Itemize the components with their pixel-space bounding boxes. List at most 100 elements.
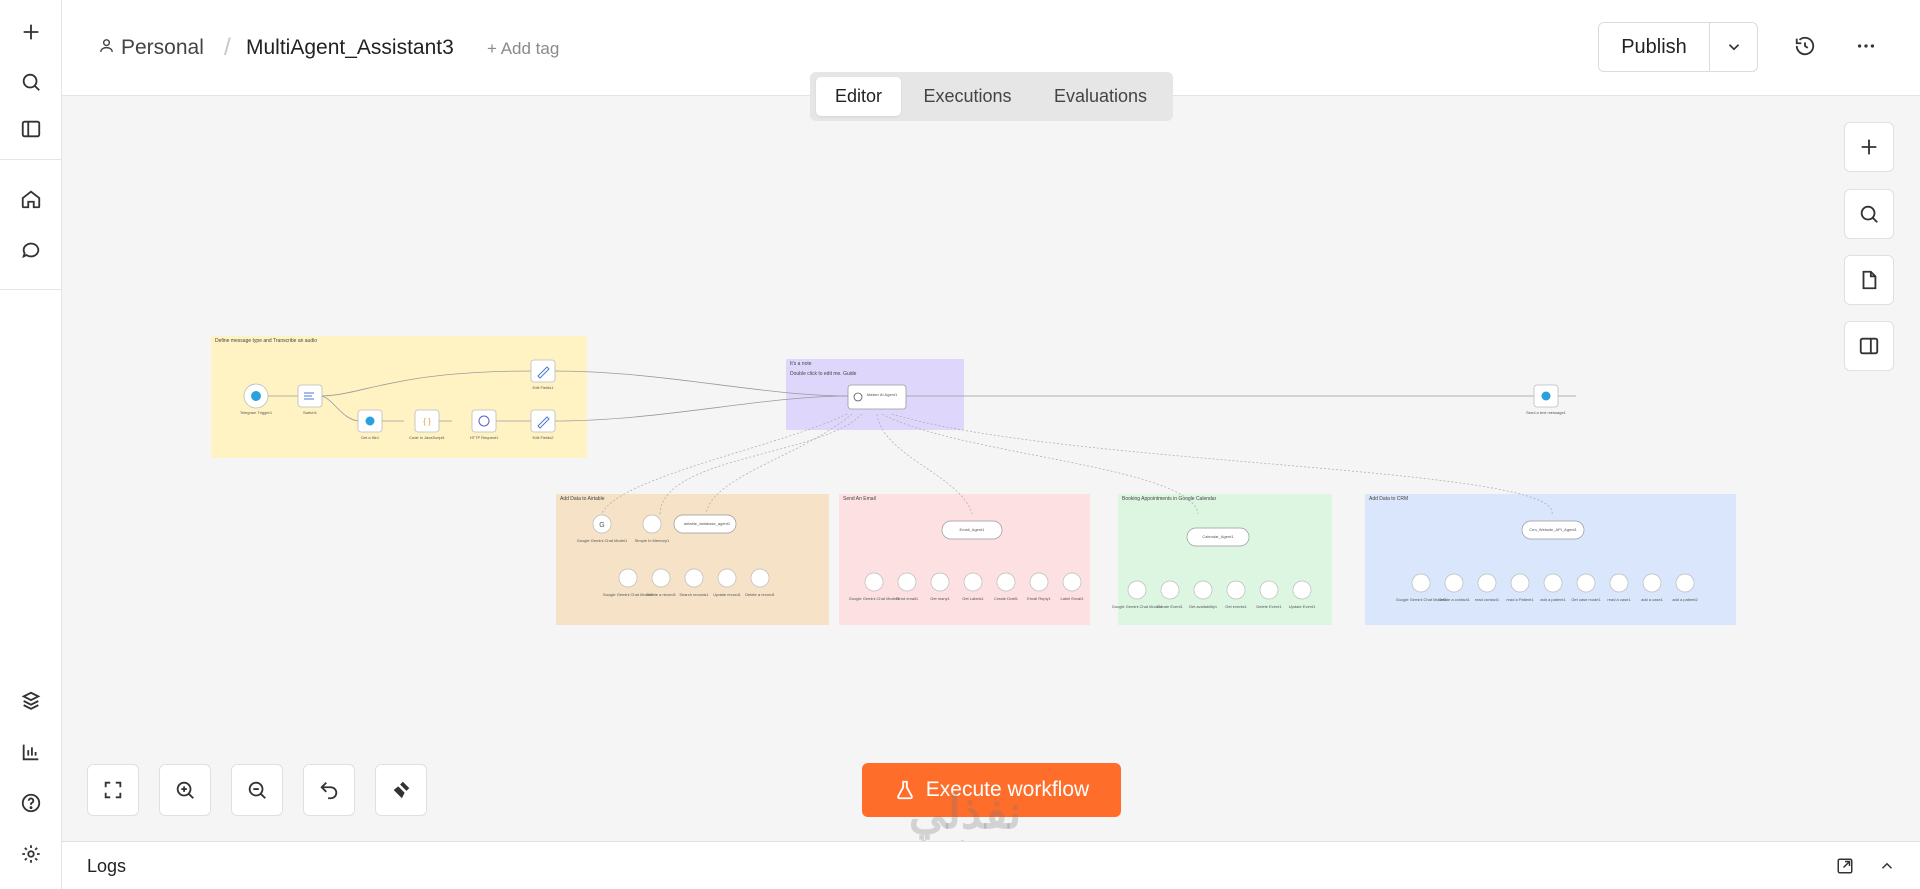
node-airtable-agent[interactable]: airtable_database_agent1 [673, 514, 737, 534]
sticky-note-subtitle: Double click to edit me. Guide [790, 371, 857, 377]
node-calendar-agent[interactable]: Calendar_Agent1 [1186, 527, 1250, 547]
node-label: Master AI Agent1 [867, 392, 898, 397]
node-label: Search records1 [679, 592, 709, 597]
node-label: Get availability1 [1189, 604, 1218, 609]
node-label: HTTP Request1 [470, 435, 499, 440]
node-label: read a case1 [1607, 597, 1631, 602]
sticky-note-title: Add Data to CRM [1369, 496, 1408, 502]
add-sticky-button[interactable] [1844, 255, 1894, 305]
sticky-note-airtable[interactable]: Add Data to Airtable [556, 494, 829, 625]
help-icon[interactable] [11, 783, 51, 823]
node-label: Delete a record1 [745, 592, 775, 597]
node-label: Edit Fields1 [533, 385, 555, 390]
workflow-canvas[interactable]: Define message type and Transcribe an au… [62, 96, 1920, 841]
sticky-note-email[interactable]: Send An Email [839, 494, 1090, 625]
node-label: Google Gemini Chat Model4 [1112, 604, 1163, 609]
node-label: Google Gemini Chat Model3 [849, 596, 900, 601]
note-icon [1862, 270, 1877, 290]
node-email-agent[interactable]: Email_Agent1 [941, 520, 1003, 540]
search-icon[interactable] [11, 62, 51, 102]
zoom-out-icon [248, 781, 266, 799]
undo-button[interactable] [303, 764, 355, 816]
sticky-note-title: Add Data to Airtable [560, 496, 605, 502]
tab-executions[interactable]: Executions [906, 77, 1029, 116]
node-label: add a patient2 [1672, 597, 1698, 602]
project-name: Personal [121, 36, 204, 59]
sticky-note-crm[interactable]: Add Data to CRM [1365, 494, 1736, 625]
add-node-button[interactable] [1844, 122, 1894, 172]
zoom-in-button[interactable] [159, 764, 211, 816]
sticky-note-title: Define message type and Transcribe an au… [215, 338, 317, 344]
undo-icon [320, 782, 338, 800]
node-label: add a case1 [1641, 597, 1664, 602]
node-label: Simple In Memory1 [635, 538, 670, 543]
node-label: Google Gemini Chat Model1 [577, 538, 628, 543]
tab-evaluations[interactable]: Evaluations [1034, 77, 1167, 116]
svg-text:G: G [599, 522, 604, 529]
add-tag-button[interactable]: + Add tag [487, 39, 559, 59]
tab-editor[interactable]: Editor [816, 77, 901, 116]
node-label: Get a file1 [361, 435, 380, 440]
history-icon[interactable] [1787, 28, 1823, 64]
node-label: Switch1 [303, 410, 318, 415]
chat-icon[interactable] [11, 230, 51, 270]
node-label: Create a record1 [646, 592, 677, 597]
search-nodes-button[interactable] [1844, 189, 1894, 239]
logs-panel[interactable]: Logs [62, 841, 1920, 889]
chevron-down-icon [1728, 44, 1740, 51]
panel-icon[interactable] [11, 109, 51, 149]
chevron-up-icon[interactable] [1873, 852, 1901, 880]
view-tabs: Editor Executions Evaluations [810, 72, 1173, 121]
publish-dropdown-button[interactable] [1709, 23, 1758, 71]
node-get-file[interactable]: Get a file1 [357, 409, 383, 440]
node-edit-fields-1[interactable]: Edit Fields1 [530, 359, 556, 390]
execute-workflow-button[interactable]: Execute workflow [862, 763, 1121, 817]
node-http-request[interactable]: HTTP Request1 [470, 409, 499, 440]
settings-icon[interactable] [11, 834, 51, 874]
node-label: Telegram Trigger1 [240, 410, 273, 415]
logs-title: Logs [87, 856, 127, 876]
node-label: Email Reply1 [1027, 596, 1051, 601]
node-master-agent[interactable]: Master AI Agent1 [847, 384, 907, 410]
home-icon[interactable] [11, 179, 51, 219]
node-crm-agent[interactable]: Crm_Website_API_Agent1 [1521, 520, 1585, 540]
node-label: read a Patient1 [1506, 597, 1534, 602]
node-label: add a patient1 [1540, 597, 1566, 602]
node-edit-fields-2[interactable]: Edit Fields2 [530, 409, 556, 440]
node-label: Update Event1 [1289, 604, 1316, 609]
node-label: Delete Event1 [1256, 604, 1282, 609]
breadcrumb-separator: / [224, 34, 231, 61]
breadcrumb-project[interactable]: Personal [98, 36, 204, 60]
panel-right-icon [1859, 337, 1879, 355]
node-label: Calendar_Agent1 [1202, 534, 1234, 539]
node-label: Send email1 [896, 596, 919, 601]
node-label: Get events1 [1225, 604, 1247, 609]
more-options-icon[interactable] [1848, 28, 1884, 64]
execute-label: Execute workflow [925, 778, 1090, 801]
sidebar-divider [0, 289, 62, 290]
left-sidebar [0, 0, 62, 889]
node-label: read contact1 [1475, 597, 1500, 602]
publish-button[interactable]: Publish [1599, 23, 1709, 71]
node-label: Get many1 [930, 596, 950, 601]
plus-icon[interactable] [11, 12, 51, 52]
sticky-note-title: Booking Appointments in Google Calendar [1122, 496, 1217, 502]
node-send-text-message[interactable]: Send a text message1 [1526, 384, 1567, 415]
templates-icon[interactable] [11, 681, 51, 721]
node-label: Code in JavaScript1 [409, 435, 446, 440]
zoom-out-button[interactable] [231, 764, 283, 816]
node-label: Create Draft1 [994, 596, 1019, 601]
insights-icon[interactable] [11, 732, 51, 772]
node-label: Update record1 [713, 592, 741, 597]
workflow-name[interactable]: MultiAgent_Assistant3 [246, 36, 454, 60]
fit-view-button[interactable] [87, 764, 139, 816]
node-label: Edit Fields2 [533, 435, 555, 440]
node-label: Label Email1 [1060, 596, 1084, 601]
workflow-diagram: Define message type and Transcribe an au… [211, 336, 1736, 625]
publish-group: Publish [1598, 22, 1758, 72]
toggle-panel-button[interactable] [1844, 321, 1894, 371]
flask-icon [896, 780, 913, 800]
sticky-note-title: It's a note [790, 361, 812, 367]
tidy-up-button[interactable] [375, 764, 427, 816]
pop-out-icon[interactable] [1831, 852, 1859, 880]
